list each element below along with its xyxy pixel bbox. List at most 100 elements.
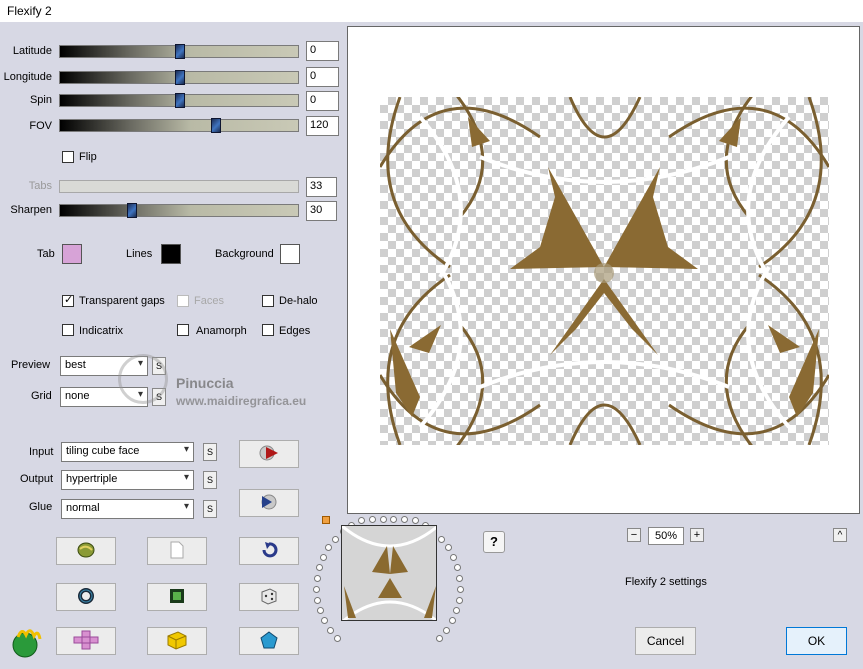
- spin-thumb[interactable]: [175, 93, 185, 108]
- output-label: Output: [20, 473, 54, 485]
- grid-label: Grid: [31, 390, 52, 402]
- preset-dot[interactable]: [456, 585, 464, 593]
- preset-dot[interactable]: [321, 617, 329, 625]
- longitude-input[interactable]: 0: [306, 67, 339, 87]
- glue-s-button[interactable]: S: [203, 500, 217, 518]
- fov-thumb[interactable]: [211, 118, 221, 133]
- latitude-slider[interactable]: [59, 44, 299, 59]
- preset-dot[interactable]: [314, 596, 322, 604]
- preset-dot[interactable]: [435, 634, 443, 642]
- output-s-button[interactable]: S: [203, 471, 217, 489]
- tabs-input[interactable]: 33: [306, 177, 337, 197]
- lines-color-swatch[interactable]: [161, 244, 181, 264]
- de-halo-label: De-halo: [279, 295, 318, 307]
- fov-slider[interactable]: [59, 118, 299, 133]
- preset-dot[interactable]: [316, 607, 324, 615]
- preset-dot[interactable]: [448, 617, 456, 625]
- spin-slider[interactable]: [59, 93, 299, 108]
- lines-color-label: Lines: [126, 248, 153, 260]
- help-icon: ?: [490, 534, 498, 549]
- preset-dot[interactable]: [438, 535, 446, 543]
- cancel-button[interactable]: Cancel: [635, 627, 696, 655]
- preset-dot[interactable]: [450, 553, 458, 561]
- play-all-button[interactable]: [239, 489, 299, 517]
- flip-checkbox[interactable]: [62, 151, 74, 163]
- flexify-pattern: [380, 97, 829, 445]
- longitude-label: Longitude: [3, 71, 52, 83]
- preview-canvas[interactable]: [347, 26, 860, 514]
- transparent-gaps-checkbox[interactable]: ✓: [62, 294, 74, 307]
- watermark-site: www.maidiregrafica.eu: [176, 394, 307, 408]
- preset-dot[interactable]: [390, 516, 398, 523]
- chevron-down-icon: ▾: [183, 501, 189, 512]
- preset-dot[interactable]: [445, 544, 453, 552]
- indicatrix-label: Indicatrix: [79, 325, 124, 337]
- pentagon-icon: [259, 630, 279, 653]
- sharpen-input[interactable]: 30: [306, 201, 337, 221]
- tab-color-swatch[interactable]: [62, 244, 82, 264]
- preset-dot[interactable]: [454, 564, 462, 572]
- ring-marker[interactable]: [322, 516, 330, 524]
- preset-dot[interactable]: [453, 607, 461, 615]
- input-select[interactable]: tiling cube face ▾: [61, 442, 194, 462]
- edges-checkbox[interactable]: [262, 324, 274, 336]
- preset-dot[interactable]: [334, 634, 342, 642]
- spin-input[interactable]: 0: [306, 91, 339, 111]
- latitude-thumb[interactable]: [175, 44, 185, 59]
- tiles-button[interactable]: [56, 627, 116, 655]
- collapse-button[interactable]: ^: [833, 528, 847, 542]
- preset-dot[interactable]: [443, 626, 451, 634]
- flaming-pear-logo: [10, 625, 44, 662]
- de-halo-checkbox[interactable]: [262, 295, 274, 307]
- preset-dot[interactable]: [401, 516, 409, 523]
- preview-label: Preview: [11, 359, 51, 371]
- undo-button[interactable]: [239, 537, 299, 565]
- input-s-button[interactable]: S: [203, 443, 217, 461]
- help-button[interactable]: ?: [483, 531, 505, 553]
- sharpen-slider[interactable]: [59, 203, 299, 218]
- new-page-button[interactable]: [147, 537, 207, 565]
- latitude-input[interactable]: 0: [306, 41, 339, 61]
- preset-dot[interactable]: [313, 585, 321, 593]
- preset-dot[interactable]: [456, 574, 464, 582]
- thumbnail-preview[interactable]: [341, 525, 437, 621]
- cube-button[interactable]: [147, 627, 207, 655]
- output-value: hypertriple: [66, 473, 118, 485]
- ring-button[interactable]: [56, 583, 116, 611]
- preset-dot[interactable]: [331, 535, 339, 543]
- preset-dot[interactable]: [358, 517, 366, 525]
- frame-button[interactable]: [147, 583, 207, 611]
- longitude-thumb[interactable]: [175, 70, 185, 85]
- zoom-in-button[interactable]: +: [690, 528, 704, 542]
- zoom-out-button[interactable]: −: [627, 528, 641, 542]
- page-icon: [169, 541, 185, 562]
- preset-dot[interactable]: [411, 517, 419, 525]
- background-color-swatch[interactable]: [280, 244, 300, 264]
- preset-dot[interactable]: [379, 516, 387, 523]
- output-select[interactable]: hypertriple ▾: [61, 470, 194, 490]
- globe-button[interactable]: [56, 537, 116, 565]
- fov-input[interactable]: 120: [306, 116, 339, 136]
- preset-dot[interactable]: [455, 596, 463, 604]
- longitude-slider[interactable]: [59, 70, 299, 85]
- ok-button[interactable]: OK: [786, 627, 847, 655]
- play-all-icon: [258, 493, 280, 514]
- preset-dot[interactable]: [368, 516, 376, 523]
- preset-dot[interactable]: [326, 626, 334, 634]
- random-button[interactable]: [239, 583, 299, 611]
- sharpen-thumb[interactable]: [127, 203, 137, 218]
- globe-icon: [76, 541, 96, 562]
- settings-label: Flexify 2 settings: [625, 576, 707, 588]
- play-button[interactable]: [239, 440, 299, 468]
- pentagon-button[interactable]: [239, 627, 299, 655]
- preset-dot[interactable]: [319, 553, 327, 561]
- preset-dot[interactable]: [313, 574, 321, 582]
- preset-dot[interactable]: [324, 544, 332, 552]
- indicatrix-checkbox[interactable]: [62, 324, 74, 336]
- flip-label: Flip: [79, 151, 97, 163]
- input-value: tiling cube face: [66, 445, 140, 457]
- anamorph-checkbox[interactable]: [177, 324, 189, 336]
- watermark-logo: [118, 354, 168, 404]
- glue-select[interactable]: normal ▾: [61, 499, 194, 519]
- preset-dot[interactable]: [315, 564, 323, 572]
